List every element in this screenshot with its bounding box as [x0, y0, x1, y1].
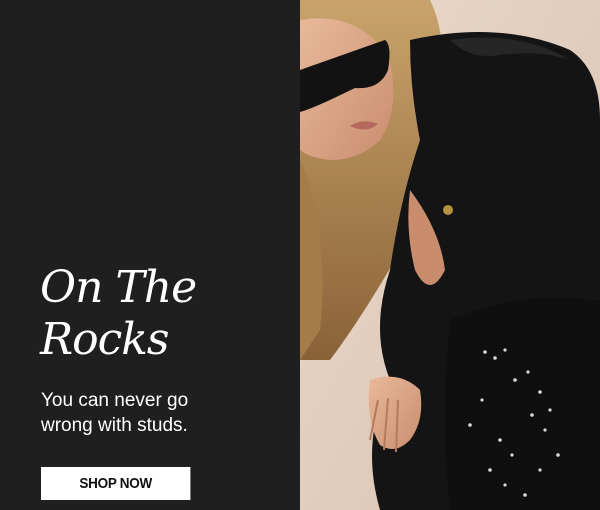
hero-photo[interactable] [300, 0, 600, 510]
headline-line-1: On The [40, 262, 197, 313]
text-panel: On The Rocks You can never go wrong with… [0, 0, 300, 510]
subcopy-line-1: You can never go [41, 390, 189, 411]
subcopy: You can never go wrong with studs. [41, 388, 281, 438]
headline: On The Rocks [40, 262, 197, 366]
promo-banner[interactable]: On The Rocks You can never go wrong with… [0, 0, 600, 510]
shop-now-button[interactable]: SHOP NOW [41, 467, 191, 500]
headline-line-2: Rocks [40, 314, 170, 365]
model-photo-illustration [300, 0, 600, 510]
subcopy-line-2: wrong with studs. [41, 415, 188, 436]
